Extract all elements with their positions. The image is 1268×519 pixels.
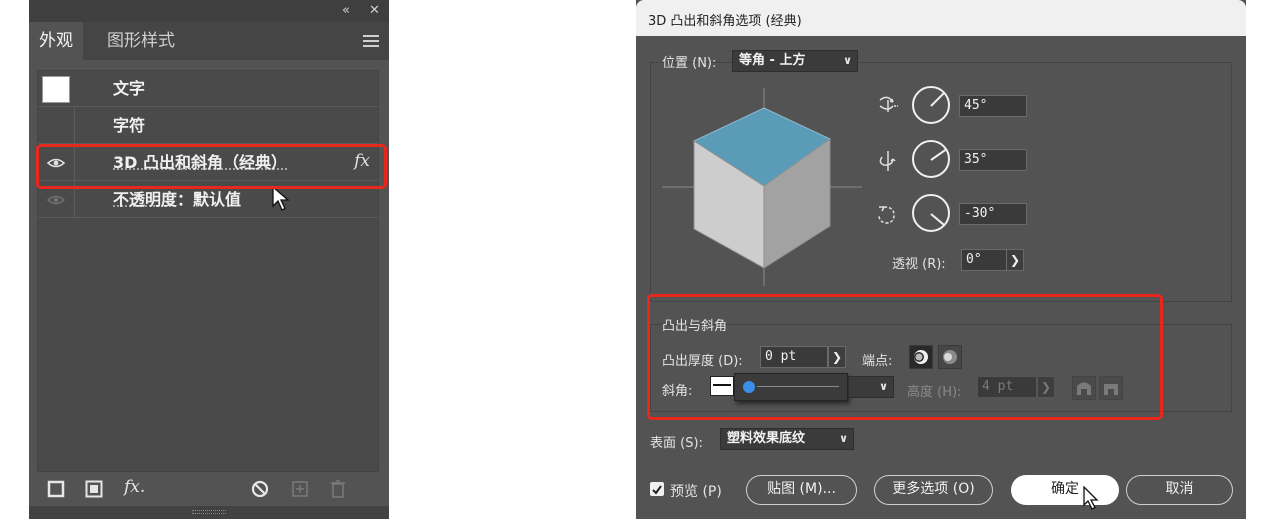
cube-preview[interactable]	[662, 86, 866, 288]
preview-checkbox[interactable]	[650, 482, 664, 496]
rotate-x-axis-icon	[879, 96, 898, 112]
clear-appearance-icon[interactable]	[251, 480, 269, 498]
perspective-label: 透视 (R):	[892, 257, 946, 272]
list-item-object[interactable]: 文字	[38, 71, 378, 107]
surface-value: 塑料效果底纹	[727, 431, 806, 446]
panel-bottom-bar: fx.	[29, 472, 389, 506]
appearance-list: 文字 字符 3D 凸出和斜角（经典） fx 不透明度：默认值	[37, 70, 379, 472]
object-label: 文字	[113, 79, 146, 98]
list-item-characters[interactable]: 字符	[38, 108, 378, 144]
surface-dropdown[interactable]: 塑料效果底纹 ∨	[720, 428, 854, 450]
dialog-title: 3D 凸出和斜角选项 (经典)	[648, 14, 802, 29]
opacity-link[interactable]: 不透明度	[113, 190, 177, 209]
mouse-cursor-icon	[1083, 486, 1099, 510]
object-thumbnail	[42, 76, 70, 103]
rotate-z-dial[interactable]	[912, 194, 950, 232]
perspective-slider-button[interactable]: ❯	[1006, 249, 1024, 271]
characters-label: 字符	[113, 116, 146, 135]
tab-graphic-styles[interactable]: 图形样式	[97, 22, 185, 60]
map-art-button[interactable]: 贴图 (M)...	[746, 475, 857, 505]
visibility-eye-icon-dim[interactable]	[47, 195, 65, 205]
perspective-field[interactable]: 0°	[961, 249, 1007, 271]
panel-tabbar: 外观 图形样式	[29, 22, 389, 60]
more-options-button[interactable]: 更多选项 (O)	[874, 475, 993, 505]
delete-item-icon[interactable]	[329, 480, 347, 498]
rotate-x-field[interactable]: 45°	[959, 95, 1027, 117]
rotate-z-field[interactable]: -30°	[959, 203, 1027, 225]
cancel-button[interactable]: 取消	[1126, 475, 1233, 505]
panel-resize-grip[interactable]	[29, 506, 389, 519]
duplicate-item-icon[interactable]	[291, 480, 309, 498]
rotate-x-dial[interactable]	[912, 86, 950, 124]
add-effect-fx-icon[interactable]: fx.	[124, 477, 145, 497]
add-new-fill-icon[interactable]	[85, 480, 103, 498]
position-value: 等角 - 上方	[739, 53, 806, 68]
rotate-y-field[interactable]: 35°	[959, 149, 1027, 171]
add-new-stroke-icon[interactable]	[47, 480, 65, 498]
opacity-value: ：默认值	[177, 190, 242, 209]
rotate-y-axis-icon	[879, 151, 896, 171]
highlight-box-3d-row	[36, 144, 387, 189]
chevron-down-icon: ∨	[843, 54, 852, 67]
dialog-titlebar: 3D 凸出和斜角选项 (经典)	[636, 0, 1246, 36]
panel-topstrip: « ✕	[29, 0, 389, 22]
mouse-cursor-icon	[272, 186, 290, 211]
rotate-z-axis-icon	[878, 206, 895, 224]
3d-extrude-bevel-dialog: 3D 凸出和斜角选项 (经典) 位置 (N): 等角 - 上方 ∨ 45° 35…	[636, 0, 1246, 519]
checkmark-icon	[652, 485, 662, 495]
tab-appearance[interactable]: 外观	[29, 22, 83, 60]
surface-label: 表面 (S):	[650, 436, 703, 451]
close-icon[interactable]: ✕	[369, 3, 380, 19]
appearance-panel: « ✕ 外观 图形样式 文字 字符 3D 凸出和斜角（经典） fx 不透明度：默…	[29, 0, 389, 519]
highlight-box-extrude-bevel	[647, 294, 1163, 420]
preview-label[interactable]: 预览 (P)	[670, 481, 722, 501]
panel-menu-icon[interactable]	[363, 35, 379, 47]
position-dropdown[interactable]: 等角 - 上方 ∨	[732, 50, 858, 72]
ok-button[interactable]: 确定	[1011, 475, 1119, 505]
rotate-y-dial[interactable]	[912, 140, 950, 178]
chevron-down-icon: ∨	[839, 432, 848, 445]
collapse-icon[interactable]: «	[342, 3, 350, 19]
position-label: 位置 (N):	[662, 56, 717, 71]
